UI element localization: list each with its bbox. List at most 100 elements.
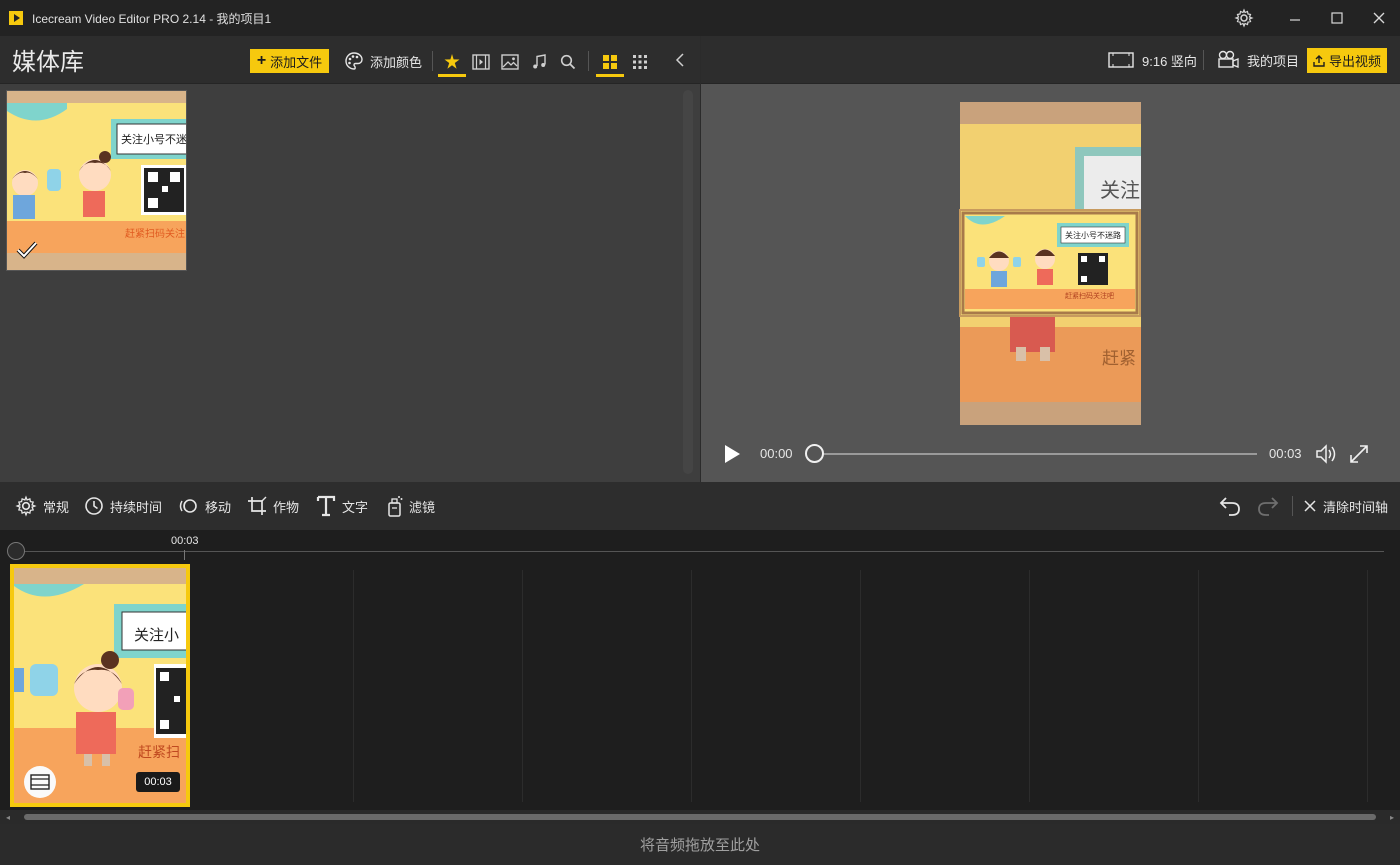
timeline-grid-line xyxy=(691,570,692,802)
media-library-header: 媒体库 + 添加文件 添加颜色 xyxy=(0,36,700,84)
ruler-tick xyxy=(184,550,185,560)
divider xyxy=(588,51,589,71)
preview-overlay-clip[interactable]: 关注小号不迷路 赶紧扫码关注吧 xyxy=(959,209,1141,317)
minimize-icon[interactable] xyxy=(1274,0,1316,36)
clip-caption-bottom: 赶紧扫 xyxy=(138,744,180,760)
clear-timeline-button[interactable]: 清除时间轴 xyxy=(1303,482,1388,530)
filter-music-icon[interactable] xyxy=(527,48,551,76)
current-time: 00:00 xyxy=(760,446,793,461)
my-projects-button[interactable]: 我的项目 xyxy=(1217,36,1299,84)
preview-bg-caption-bottom: 赶紧 xyxy=(1102,349,1136,368)
text-button[interactable]: 文字 xyxy=(316,482,368,530)
text-t-icon xyxy=(316,495,336,517)
thumbnail-caption-top: 关注小号不迷 xyxy=(121,134,187,146)
add-color-button[interactable]: 添加颜色 xyxy=(344,48,422,74)
audio-drop-hint: 将音频拖放至此处 xyxy=(639,837,760,854)
export-video-button[interactable]: 导出视频 xyxy=(1307,48,1387,73)
timeline-grid-line xyxy=(1367,570,1368,802)
general-button[interactable]: 常规 xyxy=(15,482,69,530)
motion-button[interactable]: 移动 xyxy=(177,482,231,530)
timeline-playhead[interactable] xyxy=(7,542,25,560)
title-bar: Icecream Video Editor PRO 2.14 - 我的项目1 xyxy=(0,0,1400,36)
app-logo-icon xyxy=(9,11,23,25)
crop-button[interactable]: 作物 xyxy=(247,482,299,530)
clip-duration-badge: 00:03 xyxy=(136,772,180,792)
film-camera-icon xyxy=(1218,50,1239,68)
media-library-panel: 媒体库 + 添加文件 添加颜色 关注小号不迷 赶紧扫码关注 xyxy=(0,36,700,482)
media-item-thumbnail[interactable]: 关注小号不迷 赶紧扫码关注 xyxy=(6,90,187,271)
palette-icon xyxy=(345,52,363,70)
collapse-panel-chevron-left-icon[interactable] xyxy=(670,50,690,70)
audio-drop-zone[interactable]: 将音频拖放至此处 xyxy=(0,824,1400,865)
selected-checkmark-icon xyxy=(16,241,38,259)
divider xyxy=(1292,496,1293,516)
window-title: Icecream Video Editor PRO 2.14 - 我的项目1 xyxy=(32,11,272,26)
edit-toolbar: 常规 持续时间 移动 作物 文字 滤镜 清除时间轴 xyxy=(0,482,1400,530)
redo-icon[interactable] xyxy=(1256,482,1280,530)
view-large-grid-icon[interactable] xyxy=(596,48,624,77)
add-color-label: 添加颜色 xyxy=(370,54,423,70)
aspect-ratio-button[interactable]: 9:16 竖向 xyxy=(1108,36,1197,84)
player-controls: 00:00 00:03 xyxy=(701,434,1400,474)
filter-all-star-icon[interactable] xyxy=(438,48,466,77)
spray-filter-icon xyxy=(388,496,403,517)
export-icon xyxy=(1313,54,1325,67)
fullscreen-icon[interactable] xyxy=(1348,443,1370,465)
close-x-icon xyxy=(1304,500,1316,512)
timeline-grid-line xyxy=(1198,570,1199,802)
crop-label: 作物 xyxy=(273,499,300,515)
close-icon[interactable] xyxy=(1358,0,1400,36)
motion-icon xyxy=(179,499,197,513)
gear-icon xyxy=(15,495,37,517)
scroll-left-icon[interactable]: ◂ xyxy=(6,813,10,822)
duration-label: 持续时间 xyxy=(110,499,163,515)
add-file-label: 添加文件 xyxy=(270,54,323,70)
clip-caption-top: 关注小 xyxy=(134,627,180,644)
view-small-grid-icon[interactable] xyxy=(628,48,652,76)
timeline-clip[interactable]: 关注小 赶紧扫 00:03 xyxy=(10,564,190,807)
timeline: 00:03 关注小 赶紧扫 00:03 xyxy=(0,530,1400,810)
timeline-grid-line xyxy=(522,570,523,802)
timeline-grid-line xyxy=(860,570,861,802)
maximize-icon[interactable] xyxy=(1316,0,1358,36)
aspect-ratio-label: 9:16 竖向 xyxy=(1142,53,1197,69)
plus-icon: + xyxy=(256,52,267,69)
clock-icon xyxy=(85,497,103,515)
preview-header: 9:16 竖向 我的项目 导出视频 xyxy=(701,36,1400,84)
overlay-caption-top: 关注小号不迷路 xyxy=(1065,231,1121,240)
undo-icon[interactable] xyxy=(1218,482,1242,530)
seek-handle[interactable] xyxy=(805,444,824,463)
motion-label: 移动 xyxy=(205,499,232,515)
preview-panel: 9:16 竖向 我的项目 导出视频 关注 赶紧 关注小号不迷路 赶紧扫码关注吧 … xyxy=(701,36,1400,482)
filter-button[interactable]: 滤镜 xyxy=(387,482,435,530)
seek-bar[interactable] xyxy=(814,453,1257,455)
filter-video-icon[interactable] xyxy=(469,48,493,76)
volume-icon[interactable] xyxy=(1315,443,1339,465)
export-video-label: 导出视频 xyxy=(1328,54,1381,69)
aspect-ratio-icon xyxy=(1108,52,1134,68)
scroll-right-icon[interactable]: ▸ xyxy=(1390,813,1394,822)
media-library-title: 媒体库 xyxy=(12,49,84,76)
filter-search-icon[interactable] xyxy=(556,48,580,76)
preview-bg-caption-top: 关注 xyxy=(1100,180,1140,202)
timeline-scrollbar-thumb[interactable] xyxy=(24,814,1376,820)
crop-icon xyxy=(248,496,267,515)
settings-gear-icon[interactable] xyxy=(1233,7,1255,29)
timeline-ruler xyxy=(16,551,1384,552)
add-file-button[interactable]: + 添加文件 xyxy=(250,49,329,73)
timeline-grid-line xyxy=(353,570,354,802)
divider xyxy=(432,51,433,71)
filter-image-icon[interactable] xyxy=(498,48,522,76)
play-icon[interactable] xyxy=(722,444,742,464)
thumbnail-caption-bottom: 赶紧扫码关注 xyxy=(125,229,185,240)
clear-timeline-label: 清除时间轴 xyxy=(1323,499,1389,515)
library-scrollbar[interactable] xyxy=(683,90,693,474)
my-projects-label: 我的项目 xyxy=(1247,53,1300,69)
overlay-caption-bottom: 赶紧扫码关注吧 xyxy=(1065,293,1114,300)
duration-button[interactable]: 持续时间 xyxy=(84,482,162,530)
general-label: 常规 xyxy=(43,499,70,515)
text-label: 文字 xyxy=(342,499,369,515)
clip-type-image-icon[interactable] xyxy=(24,766,56,798)
timeline-scrollbar[interactable]: ◂ ▸ xyxy=(0,810,1400,824)
timeline-grid-line xyxy=(1029,570,1030,802)
